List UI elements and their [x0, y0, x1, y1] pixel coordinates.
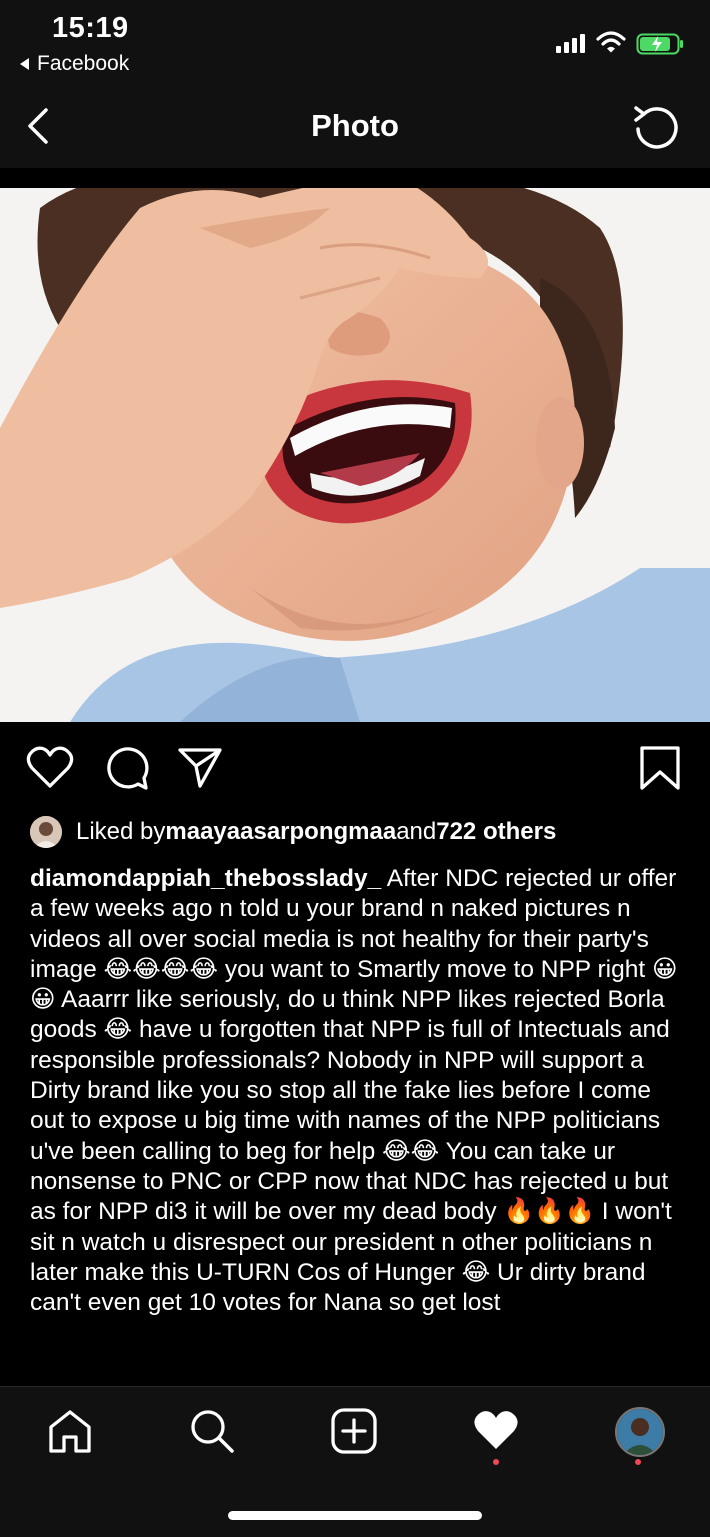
nav-header: Photo [0, 86, 710, 168]
post-photo[interactable] [0, 188, 710, 722]
bookmark-icon[interactable] [638, 744, 682, 792]
liked-by-row[interactable]: Liked by maayaasarpongmaa and 722 others [30, 814, 556, 850]
liked-by-prefix: Liked by [76, 818, 166, 845]
home-indicator[interactable] [228, 1511, 482, 1520]
back-app-label: Facebook [37, 52, 130, 75]
status-time: 15:19 [52, 12, 129, 44]
liked-by-and: and [396, 818, 437, 845]
refresh-icon[interactable] [630, 100, 684, 154]
post-actions [0, 722, 710, 812]
activity-notification-dot [493, 1459, 499, 1465]
post-caption: diamondappiah_thebosslady_ After NDC rej… [30, 864, 690, 1318]
caption-username[interactable]: diamondappiah_thebosslady_ [30, 865, 381, 892]
divider [0, 168, 710, 188]
new-post-icon[interactable] [330, 1407, 378, 1455]
cellular-signal-icon [556, 34, 585, 53]
likes-count[interactable]: 722 others [436, 818, 556, 846]
caption-text: After NDC rejected ur offer a few weeks … [30, 865, 678, 1317]
search-icon[interactable] [188, 1407, 236, 1455]
back-triangle-icon [20, 58, 29, 70]
activity-heart-icon[interactable] [472, 1407, 520, 1453]
laughing-man-image [0, 188, 710, 722]
back-to-app-link[interactable]: Facebook [20, 52, 129, 76]
page-title: Photo [311, 108, 399, 143]
wifi-icon [596, 31, 626, 53]
profile-avatar[interactable] [615, 1407, 665, 1457]
comment-bubble-icon[interactable] [102, 744, 150, 792]
liker-avatar [30, 816, 62, 848]
profile-notification-dot [635, 1459, 641, 1465]
liked-by-user[interactable]: maayaasarpongmaa [165, 818, 396, 846]
home-icon[interactable] [46, 1407, 94, 1455]
heart-outline-icon[interactable] [26, 744, 74, 790]
battery-icon [636, 33, 683, 55]
status-bar: 15:19 Facebook [0, 0, 710, 86]
paper-plane-icon[interactable] [176, 744, 224, 790]
